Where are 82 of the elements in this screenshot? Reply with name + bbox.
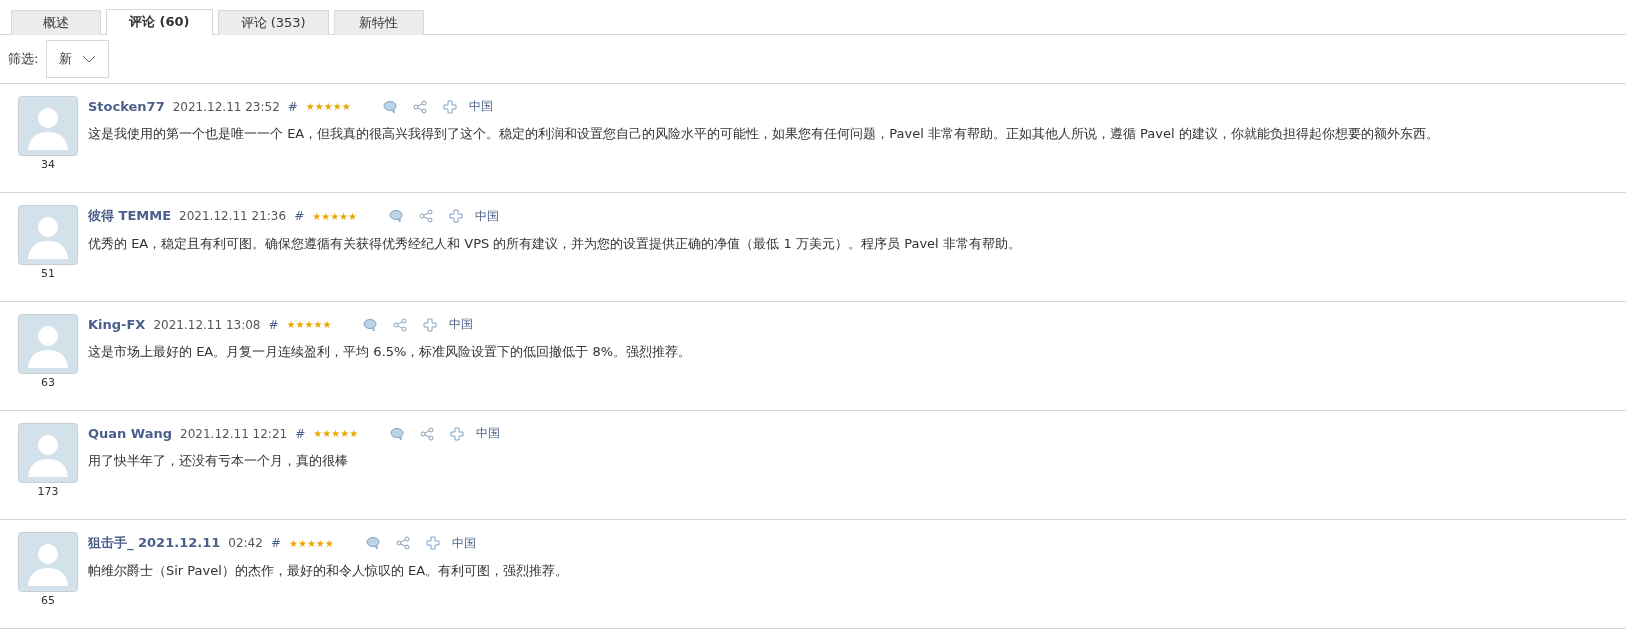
user-rating-count: 173 (37, 485, 59, 498)
filter-label: 筛选: (8, 50, 39, 68)
star-icon: ★ (288, 537, 298, 549)
star-icon: ★ (324, 537, 334, 549)
review-text: 用了快半年了，还没有亏本一个月，真的很棒 (88, 452, 349, 470)
star-icon: ★ (323, 101, 333, 112)
star-icon: ★ (349, 428, 359, 439)
user-rating-count: 63 (41, 376, 55, 389)
user-rating-count: 51 (41, 267, 55, 280)
permalink[interactable]: # (287, 99, 298, 114)
author-link[interactable]: Stocken77 (88, 99, 165, 114)
filter-select[interactable]: 新 (46, 40, 110, 78)
star-icon: ★ (331, 428, 341, 439)
author-link[interactable]: King-FX (88, 317, 146, 332)
avatar-placeholder (18, 423, 78, 483)
plus-icon[interactable] (425, 536, 440, 550)
star-icon: ★ (315, 537, 325, 549)
star-icon: ★ (304, 319, 314, 330)
review-date: 2021.12.11 23:52 (172, 99, 280, 114)
review-date: 2021.12.11 12:21 (180, 426, 288, 441)
country-link[interactable]: 中国 (451, 534, 476, 552)
star-icon: ★ (297, 537, 307, 549)
star-icon: ★ (330, 210, 340, 222)
avatar-placeholder (18, 96, 78, 156)
permalink[interactable]: # (270, 536, 281, 550)
star-icon: ★ (306, 537, 316, 549)
plus-icon[interactable] (442, 99, 457, 114)
author-link[interactable]: 彼得 TEMME (88, 207, 172, 225)
country-link[interactable]: 中国 (468, 98, 493, 115)
star-icon: ★ (322, 319, 332, 330)
tab[interactable]: 概述 (11, 10, 101, 35)
review-text: 这是我使用的第一个也是唯一一个 EA，但我真的很高兴我得到了这个。稳定的利润和设置您自己的风险水平的可能性，如果您有任何问题，Pavel 非常有帮助。正如其他人所说，遵循 Pavel 的建议，你就能负担得起你想要的额外东西。 (88, 125, 1439, 143)
plus-icon[interactable] (449, 209, 464, 223)
review-text: 帕维尔爵士（Sir Pavel）的杰作，最好的和令人惊叹的 EA。有利可图，强烈推荐。 (88, 562, 569, 580)
star-icon: ★ (305, 101, 315, 112)
star-icon: ★ (295, 319, 305, 330)
star-icon: ★ (340, 428, 350, 439)
share-icon[interactable] (393, 317, 408, 332)
avatar-placeholder (18, 532, 78, 592)
plus-icon[interactable] (423, 317, 438, 332)
share-icon[interactable] (420, 426, 435, 441)
share-icon[interactable] (412, 99, 427, 114)
star-icon: ★ (341, 101, 351, 112)
star-icon: ★ (314, 101, 324, 112)
permalink[interactable]: # (294, 209, 305, 223)
tab[interactable]: 评论 (60) (106, 9, 213, 36)
star-icon: ★ (322, 428, 332, 439)
permalink[interactable]: # (295, 426, 306, 441)
review-date: 2021.12.11 21:36 (179, 209, 287, 223)
avatar-placeholder (18, 205, 78, 265)
star-icon: ★ (313, 428, 323, 439)
star-icon: ★ (313, 319, 323, 330)
permalink[interactable]: # (268, 317, 279, 332)
comment-icon[interactable] (390, 426, 405, 441)
comment-icon[interactable] (363, 317, 378, 332)
comment-icon[interactable] (382, 99, 397, 114)
star-icon: ★ (339, 210, 349, 222)
country-link[interactable]: 中国 (449, 316, 474, 333)
plus-icon[interactable] (450, 426, 465, 441)
author-link[interactable]: 狙击手_ 2021.12.11 (88, 534, 221, 552)
user-rating-count: 34 (41, 158, 55, 171)
share-icon[interactable] (419, 209, 434, 223)
review-text: 优秀的 EA，稳定且有利可图。确保您遵循有关获得优秀经纪人和 VPS 的所有建议，并为您的设置提供正确的净值（最低 1 万美元）。程序员 Pavel 非常有帮助。 (88, 235, 1021, 253)
comment-icon[interactable] (365, 536, 380, 550)
user-rating-count: 65 (41, 594, 55, 607)
star-icon: ★ (286, 319, 296, 330)
star-icon: ★ (312, 210, 322, 222)
review-date: 02:42 (228, 536, 263, 550)
country-link[interactable]: 中国 (475, 207, 500, 225)
country-link[interactable]: 中国 (476, 425, 501, 442)
star-icon: ★ (332, 101, 342, 112)
review-date: 2021.12.11 13:08 (153, 317, 261, 332)
comment-icon[interactable] (389, 209, 404, 223)
author-link[interactable]: Quan Wang (88, 426, 173, 441)
star-icon: ★ (321, 210, 331, 222)
chevron-down-icon (82, 55, 97, 63)
tab[interactable]: 新特性 (333, 10, 424, 35)
avatar-placeholder (18, 314, 78, 374)
tab[interactable]: 评论 (353) (217, 10, 329, 35)
share-icon[interactable] (395, 536, 410, 550)
review-text: 这是市场上最好的 EA。月复一月连续盈利，平均 6.5%，标准风险设置下的低回撤低于 8%。强烈推荐。 (88, 343, 692, 361)
star-icon: ★ (348, 210, 358, 222)
